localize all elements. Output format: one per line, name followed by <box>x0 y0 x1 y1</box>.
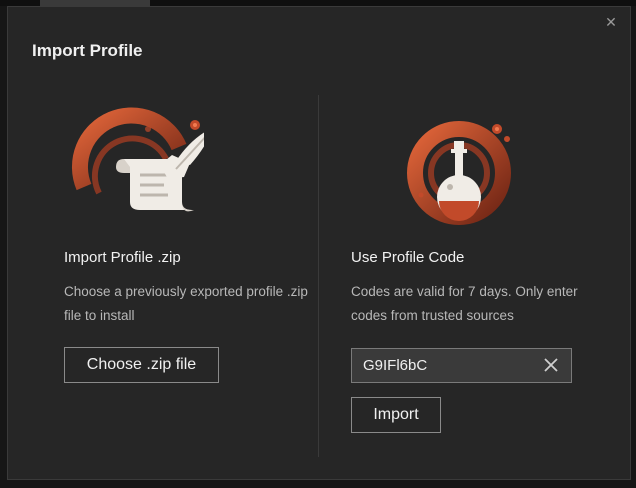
zip-import-section: Import Profile .zip Choose a previously … <box>64 107 324 328</box>
choose-zip-file-button[interactable]: Choose .zip file <box>64 347 219 383</box>
close-icon[interactable]: ✕ <box>604 15 618 29</box>
scroll-quill-icon <box>64 107 324 235</box>
import-profile-dialog: ✕ Import Profile Import Profile .zip Cho… <box>7 6 631 480</box>
zip-section-description: Choose a previously exported profile .zi… <box>64 284 308 323</box>
clear-icon[interactable] <box>543 357 559 373</box>
potion-flask-icon <box>351 107 611 235</box>
dialog-title: Import Profile <box>32 41 143 60</box>
zip-section-heading: Import Profile .zip <box>64 249 181 266</box>
profile-code-field <box>351 348 572 383</box>
code-section-heading: Use Profile Code <box>351 249 465 266</box>
code-section-description: Codes are valid for 7 days. Only enter c… <box>351 284 578 323</box>
profile-code-input[interactable] <box>352 349 532 382</box>
import-button[interactable]: Import <box>351 397 441 433</box>
code-import-section: Use Profile Code Codes are valid for 7 d… <box>351 107 611 328</box>
